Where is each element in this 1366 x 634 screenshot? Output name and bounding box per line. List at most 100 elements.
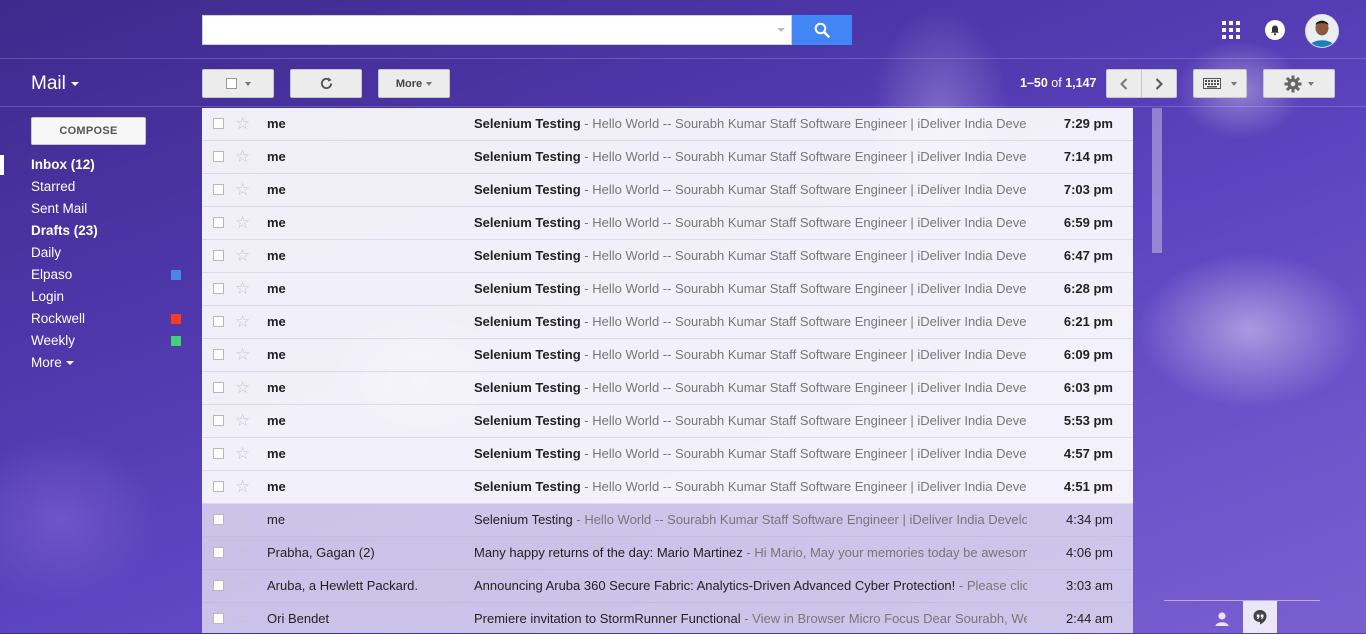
scrollbar-thumb[interactable] — [1152, 108, 1162, 253]
sidebar-item-daily[interactable]: Daily — [0, 242, 190, 264]
sidebar-item-drafts[interactable]: Drafts (23) — [0, 220, 190, 242]
row-checkbox[interactable] — [213, 349, 224, 360]
email-subject-line: Selenium Testing - Hello World -- Sourab… — [474, 141, 1027, 173]
email-row[interactable]: ☆ me Selenium Testing - Hello World -- Sou… — [202, 108, 1133, 141]
star-icon[interactable]: ☆ — [235, 411, 250, 431]
star-icon[interactable]: ☆ — [235, 444, 250, 464]
email-sender: me — [267, 380, 286, 395]
star-icon[interactable]: ☆ — [235, 312, 250, 332]
email-sender: me — [267, 512, 286, 527]
email-subject-line: Selenium Testing - Hello World -- Sourab… — [474, 108, 1027, 140]
star-icon[interactable]: ☆ — [235, 147, 250, 167]
row-checkbox[interactable] — [213, 481, 224, 492]
email-row[interactable]: ☆ Aruba, a Hewlett Packard. Announcing Aru… — [202, 570, 1133, 603]
row-checkbox[interactable] — [213, 250, 224, 261]
chevron-down-icon[interactable] — [1231, 81, 1237, 86]
star-icon[interactable]: ☆ — [235, 378, 250, 398]
email-row[interactable]: ☆ me Selenium Testing - Hello World -- Sou… — [202, 372, 1133, 405]
email-subject-line: Selenium Testing - Hello World -- Sourab… — [474, 306, 1027, 338]
sidebar-item-elpaso[interactable]: Elpaso — [0, 264, 190, 286]
search-field[interactable] — [209, 17, 773, 45]
row-checkbox[interactable] — [213, 151, 224, 162]
sidebar-item-starred[interactable]: Starred — [0, 176, 190, 198]
chevron-right-icon — [1155, 77, 1163, 90]
search-button[interactable] — [792, 15, 852, 45]
email-row[interactable]: ☆ me Selenium Testing - Hello World -- Sou… — [202, 471, 1133, 504]
email-subject: Selenium Testing — [474, 413, 581, 428]
row-checkbox[interactable] — [213, 184, 224, 195]
input-tools-button[interactable] — [1193, 69, 1247, 98]
email-row[interactable]: ☆ me Selenium Testing - Hello World -- Sou… — [202, 339, 1133, 372]
row-checkbox[interactable] — [213, 613, 224, 624]
email-snippet: - Hello World -- Sourabh Kumar Staff Sof… — [584, 413, 1027, 428]
row-checkbox[interactable] — [213, 514, 224, 525]
email-row[interactable]: ☆ me Selenium Testing - Hello World -- Sou… — [202, 207, 1133, 240]
sidebar-item-rockwell[interactable]: Rockwell — [0, 308, 190, 330]
email-row[interactable]: ☆ me Selenium Testing - Hello World -- Sou… — [202, 174, 1133, 207]
page-range: 1–50 — [1020, 76, 1048, 90]
star-icon[interactable]: ☆ — [235, 114, 250, 134]
email-snippet: - Hello World -- Sourabh Kumar Staff Sof… — [584, 479, 1027, 494]
apps-grid-icon[interactable] — [1222, 21, 1240, 39]
row-checkbox[interactable] — [213, 217, 224, 228]
email-list: ☆ me Selenium Testing - Hello World -- Sou… — [202, 108, 1133, 633]
email-time: 6:03 pm — [1063, 380, 1113, 395]
row-checkbox[interactable] — [213, 283, 224, 294]
select-all-button[interactable] — [202, 69, 274, 98]
star-icon[interactable]: ☆ — [235, 510, 250, 530]
star-icon[interactable]: ☆ — [235, 246, 250, 266]
sidebar-item-login[interactable]: Login — [0, 286, 190, 308]
chevron-down-icon — [65, 361, 74, 365]
chevron-down-icon — [244, 81, 251, 86]
row-checkbox[interactable] — [213, 580, 224, 591]
star-icon[interactable]: ☆ — [235, 213, 250, 233]
notifications-icon[interactable] — [1265, 20, 1285, 40]
star-icon[interactable]: ☆ — [235, 180, 250, 200]
sidebar-item-weekly[interactable]: Weekly — [0, 330, 190, 352]
sidebar-item-inbox[interactable]: Inbox (12) — [0, 154, 190, 176]
email-row[interactable]: ☆ me Selenium Testing - Hello World -- Sou… — [202, 141, 1133, 174]
refresh-button[interactable] — [290, 69, 362, 98]
row-checkbox[interactable] — [213, 382, 224, 393]
star-icon[interactable]: ☆ — [235, 543, 250, 563]
email-snippet: - Hello World -- Sourabh Kumar Staff Sof… — [584, 446, 1027, 461]
email-row[interactable]: ☆ Prabha, Gagan (2) Many happy returns of … — [202, 537, 1133, 570]
label-color-swatch — [171, 314, 181, 324]
search-input[interactable] — [202, 15, 792, 45]
hangouts-divider — [1164, 600, 1320, 601]
account-avatar[interactable] — [1305, 14, 1339, 48]
newer-button[interactable] — [1106, 69, 1142, 98]
hangouts-button[interactable] — [1243, 601, 1277, 633]
row-checkbox[interactable] — [213, 415, 224, 426]
email-sender: me — [267, 149, 286, 164]
contacts-button[interactable] — [1212, 609, 1232, 629]
sidebar-item-sent-mail[interactable]: Sent Mail — [0, 198, 190, 220]
email-row[interactable]: ☆ me Selenium Testing - Hello World -- Sou… — [202, 306, 1133, 339]
row-checkbox[interactable] — [213, 547, 224, 558]
email-sender: me — [267, 248, 286, 263]
email-row[interactable]: ☆ me Selenium Testing - Hello World -- Sou… — [202, 504, 1133, 537]
checkbox-icon[interactable] — [225, 78, 237, 89]
email-row[interactable]: ☆ Ori Bendet Premiere invitation to StormR… — [202, 603, 1133, 633]
email-row[interactable]: ☆ me Selenium Testing - Hello World -- Sou… — [202, 240, 1133, 273]
email-time: 6:21 pm — [1063, 314, 1113, 329]
row-checkbox[interactable] — [213, 316, 224, 327]
row-checkbox[interactable] — [213, 118, 224, 129]
star-icon[interactable]: ☆ — [235, 576, 250, 596]
email-row[interactable]: ☆ me Selenium Testing - Hello World -- Sou… — [202, 438, 1133, 471]
star-icon[interactable]: ☆ — [235, 345, 250, 365]
app-switcher[interactable]: Mail — [31, 73, 79, 95]
star-icon[interactable]: ☆ — [235, 477, 250, 497]
email-row[interactable]: ☆ me Selenium Testing - Hello World -- Sou… — [202, 405, 1133, 438]
older-button[interactable] — [1141, 69, 1177, 98]
search-options-caret-icon[interactable] — [777, 28, 785, 32]
compose-button[interactable]: COMPOSE — [31, 117, 146, 145]
settings-button[interactable] — [1263, 69, 1335, 98]
label-color-swatch — [171, 270, 181, 280]
row-checkbox[interactable] — [213, 448, 224, 459]
star-icon[interactable]: ☆ — [235, 279, 250, 299]
email-row[interactable]: ☆ me Selenium Testing - Hello World -- Sou… — [202, 273, 1133, 306]
more-actions-button[interactable]: More — [378, 69, 450, 98]
sidebar-more-button[interactable]: More — [0, 352, 190, 374]
star-icon[interactable]: ☆ — [235, 609, 250, 629]
